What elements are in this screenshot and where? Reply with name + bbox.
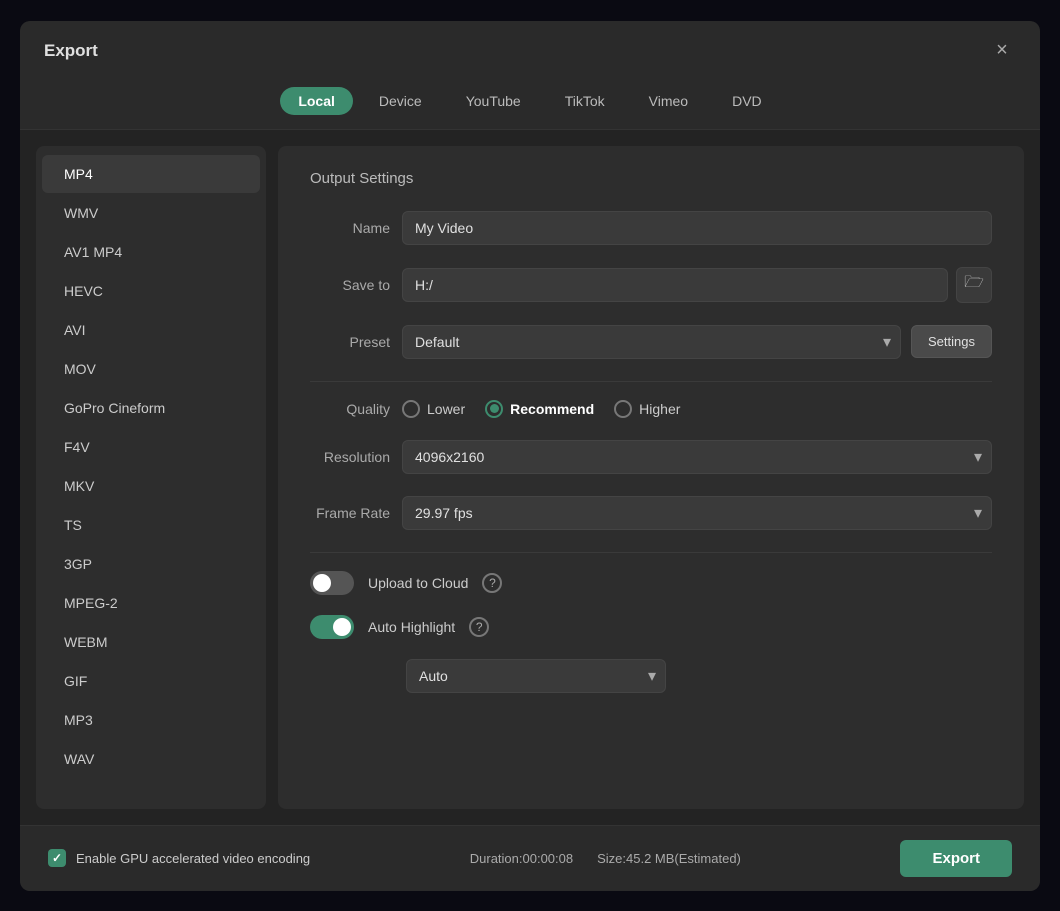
close-button[interactable]: × (988, 37, 1016, 65)
auto-highlight-toggle[interactable] (310, 615, 354, 639)
tab-youtube[interactable]: YouTube (448, 87, 539, 115)
size-label: Size:45.2 MB(Estimated) (597, 851, 741, 866)
folder-browse-button[interactable]: 🗁 (956, 267, 992, 303)
frame-rate-row: Frame Rate 29.97 fps (310, 496, 992, 530)
preset-select-wrapper: Default (402, 325, 901, 359)
export-button[interactable]: Export (900, 840, 1012, 877)
resolution-select-wrapper: 4096x2160 (402, 440, 992, 474)
quality-recommend-radio[interactable] (485, 400, 503, 418)
save-to-row: Save to 🗁 (310, 267, 992, 303)
preset-controls: Default Settings (402, 325, 992, 359)
frame-rate-select-wrapper: 29.97 fps (402, 496, 992, 530)
save-to-controls: 🗁 (402, 267, 992, 303)
format-item-3gp[interactable]: 3GP (42, 545, 260, 583)
settings-button[interactable]: Settings (911, 325, 992, 358)
resolution-row: Resolution 4096x2160 (310, 440, 992, 474)
footer: Enable GPU accelerated video encoding Du… (20, 825, 1040, 891)
quality-recommend-label: Recommend (510, 401, 594, 417)
format-item-gopro[interactable]: GoPro Cineform (42, 389, 260, 427)
divider-2 (310, 552, 992, 553)
upload-cloud-label: Upload to Cloud (368, 575, 468, 591)
format-item-mp3[interactable]: MP3 (42, 701, 260, 739)
quality-row: Quality Lower Recommend Higher (310, 400, 992, 418)
dialog-header: Export × (20, 21, 1040, 75)
name-row: Name (310, 211, 992, 245)
save-to-label: Save to (310, 277, 390, 293)
main-content: MP4WMVAV1 MP4HEVCAVIMOVGoPro CineformF4V… (20, 130, 1040, 825)
preset-row: Preset Default Settings (310, 325, 992, 359)
tab-local[interactable]: Local (280, 87, 353, 115)
dialog-overlay: Export × Local Device YouTube TikTok Vimeo DV… (0, 0, 1060, 911)
gpu-label: Enable GPU accelerated video encoding (76, 851, 310, 866)
auto-highlight-row: Auto Highlight ? (310, 615, 992, 639)
export-dialog: Export × Local Device YouTube TikTok Vimeo DV… (20, 21, 1040, 891)
quality-higher-radio[interactable] (614, 400, 632, 418)
auto-highlight-dropdown-wrapper: Auto (310, 659, 992, 693)
save-to-input[interactable] (402, 268, 948, 302)
tab-dvd[interactable]: DVD (714, 87, 780, 115)
quality-lower-label: Lower (427, 401, 465, 417)
format-item-mp4[interactable]: MP4 (42, 155, 260, 193)
upload-cloud-toggle[interactable] (310, 571, 354, 595)
dialog-title: Export (44, 41, 98, 61)
frame-rate-label: Frame Rate (310, 505, 390, 521)
format-item-webm[interactable]: WEBM (42, 623, 260, 661)
preset-label: Preset (310, 334, 390, 350)
quality-lower-radio[interactable] (402, 400, 420, 418)
format-item-mpeg2[interactable]: MPEG-2 (42, 584, 260, 622)
gpu-checkbox[interactable] (48, 849, 66, 867)
resolution-label: Resolution (310, 449, 390, 465)
name-input[interactable] (402, 211, 992, 245)
quality-label: Quality (310, 401, 390, 417)
format-item-hevc[interactable]: HEVC (42, 272, 260, 310)
auto-highlight-select-wrapper: Auto (406, 659, 666, 693)
format-list: MP4WMVAV1 MP4HEVCAVIMOVGoPro CineformF4V… (36, 146, 266, 809)
auto-highlight-label: Auto Highlight (368, 619, 455, 635)
upload-cloud-row: Upload to Cloud ? (310, 571, 992, 595)
footer-info: Duration:00:00:08 Size:45.2 MB(Estimated… (470, 851, 741, 866)
quality-options: Lower Recommend Higher (402, 400, 680, 418)
settings-panel: Output Settings Name Save to 🗁 Prese (278, 146, 1024, 809)
format-item-avi[interactable]: AVI (42, 311, 260, 349)
gpu-check-area: Enable GPU accelerated video encoding (48, 849, 310, 867)
divider-1 (310, 381, 992, 382)
format-item-ts[interactable]: TS (42, 506, 260, 544)
quality-higher[interactable]: Higher (614, 400, 680, 418)
format-item-f4v[interactable]: F4V (42, 428, 260, 466)
duration-label: Duration:00:00:08 (470, 851, 573, 866)
auto-highlight-help-icon[interactable]: ? (469, 617, 489, 637)
quality-lower[interactable]: Lower (402, 400, 465, 418)
resolution-select[interactable]: 4096x2160 (402, 440, 992, 474)
tab-tiktok[interactable]: TikTok (547, 87, 623, 115)
preset-select[interactable]: Default (402, 325, 901, 359)
tabs-bar: Local Device YouTube TikTok Vimeo DVD (20, 75, 1040, 130)
section-title: Output Settings (310, 170, 992, 187)
format-item-av1mp4[interactable]: AV1 MP4 (42, 233, 260, 271)
upload-cloud-help-icon[interactable]: ? (482, 573, 502, 593)
frame-rate-select[interactable]: 29.97 fps (402, 496, 992, 530)
format-item-mkv[interactable]: MKV (42, 467, 260, 505)
tab-vimeo[interactable]: Vimeo (631, 87, 706, 115)
format-item-gif[interactable]: GIF (42, 662, 260, 700)
tab-device[interactable]: Device (361, 87, 440, 115)
format-item-wmv[interactable]: WMV (42, 194, 260, 232)
auto-highlight-select[interactable]: Auto (406, 659, 666, 693)
name-label: Name (310, 220, 390, 236)
format-item-mov[interactable]: MOV (42, 350, 260, 388)
quality-recommend[interactable]: Recommend (485, 400, 594, 418)
format-item-wav[interactable]: WAV (42, 740, 260, 778)
quality-higher-label: Higher (639, 401, 680, 417)
